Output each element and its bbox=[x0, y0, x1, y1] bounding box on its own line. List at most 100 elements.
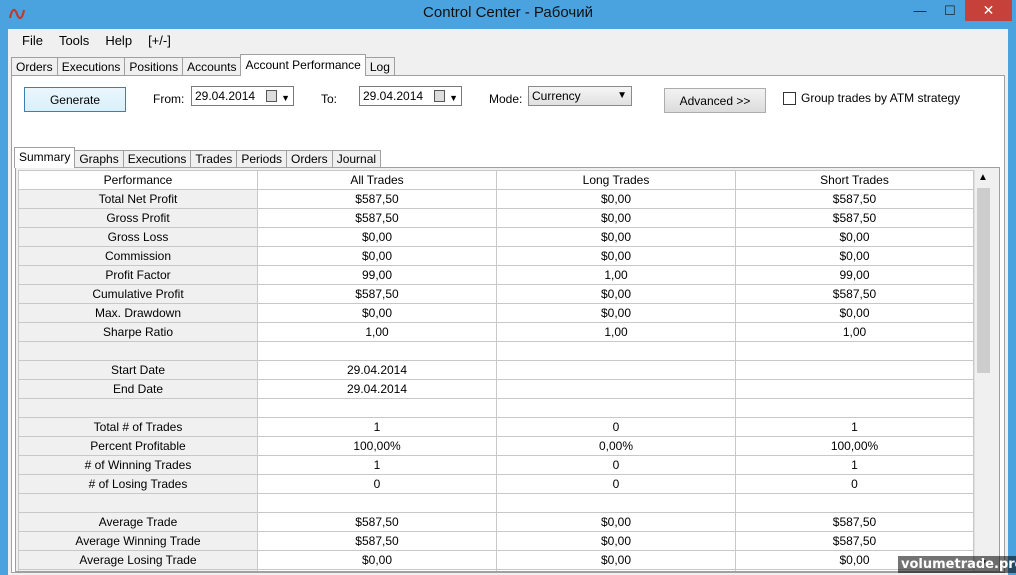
tab-orders[interactable]: Orders bbox=[11, 57, 58, 76]
metric-value: 1,00 bbox=[496, 265, 736, 285]
metric-label: Profit Factor bbox=[18, 265, 258, 285]
table-row[interactable]: # of Losing Trades 0 0 0 bbox=[18, 474, 974, 494]
metric-value: $587,50 bbox=[257, 512, 497, 532]
table-row[interactable] bbox=[18, 493, 974, 513]
tab-accounts[interactable]: Accounts bbox=[182, 57, 242, 76]
chevron-down-icon[interactable]: ▼ bbox=[281, 89, 290, 107]
metric-value: $587,50 bbox=[257, 284, 497, 304]
menu-file[interactable]: File bbox=[14, 30, 51, 52]
table-row[interactable]: Commission $0,00 $0,00 $0,00 bbox=[18, 246, 974, 266]
calendar-icon[interactable] bbox=[266, 90, 277, 102]
metric-label: Start Date bbox=[18, 360, 258, 380]
table-row[interactable]: # of Winning Trades 1 0 1 bbox=[18, 455, 974, 475]
table-row[interactable]: Average Winning Trade $587,50 $0,00 $587,50 bbox=[18, 531, 974, 551]
metric-label: Percent Profitable bbox=[18, 436, 258, 456]
title-bar[interactable]: Control Center - Рабочий — ☐ ✕ bbox=[0, 0, 1016, 29]
metric-value: 0 bbox=[496, 474, 736, 494]
column-header[interactable]: All Trades bbox=[257, 170, 497, 190]
maximize-button[interactable]: ☐ bbox=[935, 0, 965, 21]
metric-label: Gross Loss bbox=[18, 227, 258, 247]
scroll-up-icon[interactable]: ▲ bbox=[978, 172, 988, 183]
group-trades-checkbox[interactable] bbox=[783, 92, 796, 105]
table-row[interactable]: Profit Factor 99,00 1,00 99,00 bbox=[18, 265, 974, 285]
table-row[interactable]: Max. Drawdown $0,00 $0,00 $0,00 bbox=[18, 303, 974, 323]
metric-value: 100,00% bbox=[735, 436, 974, 456]
group-trades-label[interactable]: Group trades by ATM strategy bbox=[801, 91, 960, 105]
from-date-picker[interactable]: 29.04.2014 ▼ bbox=[191, 86, 294, 106]
close-button[interactable]: ✕ bbox=[965, 0, 1012, 21]
metric-value: $0,00 bbox=[735, 227, 974, 247]
metric-value: $0,00 bbox=[496, 208, 736, 228]
mode-select[interactable]: Currency ▼ bbox=[528, 86, 632, 106]
table-row[interactable]: Gross Loss $0,00 $0,00 $0,00 bbox=[18, 227, 974, 247]
column-header[interactable]: Long Trades bbox=[496, 170, 736, 190]
menu-expand-collapse[interactable]: [+/-] bbox=[140, 30, 179, 52]
tab-sub-executions[interactable]: Executions bbox=[122, 150, 192, 168]
metric-label: # of Winning Trades bbox=[18, 455, 258, 475]
table-row[interactable]: Total Net Profit $587,50 $0,00 $587,50 bbox=[18, 189, 974, 209]
tab-trades[interactable]: Trades bbox=[190, 150, 238, 168]
metric-value: 99,00 bbox=[257, 265, 497, 285]
tab-summary[interactable]: Summary bbox=[14, 147, 76, 168]
table-row[interactable] bbox=[18, 341, 974, 361]
table-body: Total Net Profit $587,50 $0,00 $587,50 Gross… bbox=[18, 189, 974, 571]
table-row[interactable]: Average Losing Trade $0,00 $0,00 $0,00 bbox=[18, 550, 974, 570]
metric-value bbox=[735, 398, 974, 418]
metric-value: 1,00 bbox=[496, 322, 736, 342]
vertical-scrollbar[interactable]: ▲ ▼ bbox=[974, 170, 991, 571]
tab-account-performance[interactable]: Account Performance bbox=[240, 54, 366, 76]
table-row[interactable]: Percent Profitable 100,00% 0,00% 100,00% bbox=[18, 436, 974, 456]
watermark: volumetrade.pro bbox=[898, 556, 1016, 573]
metric-value bbox=[257, 398, 497, 418]
metric-value: $587,50 bbox=[735, 512, 974, 532]
table-row[interactable]: Total # of Trades 1 0 1 bbox=[18, 417, 974, 437]
table-row[interactable]: End Date 29.04.2014 bbox=[18, 379, 974, 399]
metric-value: 1 bbox=[257, 417, 497, 437]
table-row[interactable]: Sharpe Ratio 1,00 1,00 1,00 bbox=[18, 322, 974, 342]
table-row[interactable]: Gross Profit $587,50 $0,00 $587,50 bbox=[18, 208, 974, 228]
metric-value: $587,50 bbox=[735, 208, 974, 228]
calendar-icon[interactable] bbox=[434, 90, 445, 102]
tab-executions[interactable]: Executions bbox=[56, 57, 126, 76]
generate-button[interactable]: Generate bbox=[24, 87, 126, 112]
chevron-down-icon[interactable]: ▼ bbox=[449, 89, 458, 107]
metric-value: $587,50 bbox=[735, 284, 974, 304]
metric-label: Total # of Trades bbox=[18, 417, 258, 437]
metric-value: $0,00 bbox=[496, 227, 736, 247]
advanced-button[interactable]: Advanced >> bbox=[664, 88, 766, 113]
performance-table: Performance All Trades Long Trades Short… bbox=[18, 170, 974, 571]
metric-value: 29.04.2014 bbox=[257, 379, 497, 399]
metric-value bbox=[496, 379, 736, 399]
tab-journal[interactable]: Journal bbox=[331, 150, 382, 168]
tab-periods[interactable]: Periods bbox=[236, 150, 287, 168]
metric-value bbox=[496, 360, 736, 380]
metric-value: $0,00 bbox=[496, 550, 736, 570]
to-date-picker[interactable]: 29.04.2014 ▼ bbox=[359, 86, 462, 106]
metric-value: 99,00 bbox=[735, 265, 974, 285]
metric-value: $0,00 bbox=[257, 550, 497, 570]
table-row[interactable]: Cumulative Profit $587,50 $0,00 $587,50 bbox=[18, 284, 974, 304]
to-date-value: 29.04.2014 bbox=[363, 89, 424, 103]
table-row[interactable]: Ratio avg. Win / avg. Loss587,500,00587,… bbox=[18, 569, 974, 571]
account-performance-panel: Generate From: 29.04.2014 ▼ To: 29.04.20… bbox=[11, 75, 1005, 573]
scroll-thumb[interactable] bbox=[977, 188, 990, 373]
metric-value bbox=[257, 341, 497, 361]
column-header[interactable]: Short Trades bbox=[735, 170, 974, 190]
metric-value: 29.04.2014 bbox=[257, 360, 497, 380]
tab-graphs[interactable]: Graphs bbox=[74, 150, 124, 168]
tab-sub-orders[interactable]: Orders bbox=[286, 150, 333, 168]
minimize-button[interactable]: — bbox=[905, 0, 935, 21]
tab-log[interactable]: Log bbox=[364, 57, 395, 76]
metric-value bbox=[496, 341, 736, 361]
menu-help[interactable]: Help bbox=[97, 30, 140, 52]
metric-value: 0 bbox=[496, 417, 736, 437]
to-label: To: bbox=[321, 92, 338, 106]
metric-value bbox=[735, 360, 974, 380]
from-label: From: bbox=[153, 92, 185, 106]
menu-tools[interactable]: Tools bbox=[51, 30, 97, 52]
table-row[interactable] bbox=[18, 398, 974, 418]
table-row[interactable]: Average Trade $587,50 $0,00 $587,50 bbox=[18, 512, 974, 532]
tab-positions[interactable]: Positions bbox=[124, 57, 184, 76]
column-header[interactable]: Performance bbox=[18, 170, 258, 190]
table-row[interactable]: Start Date 29.04.2014 bbox=[18, 360, 974, 380]
